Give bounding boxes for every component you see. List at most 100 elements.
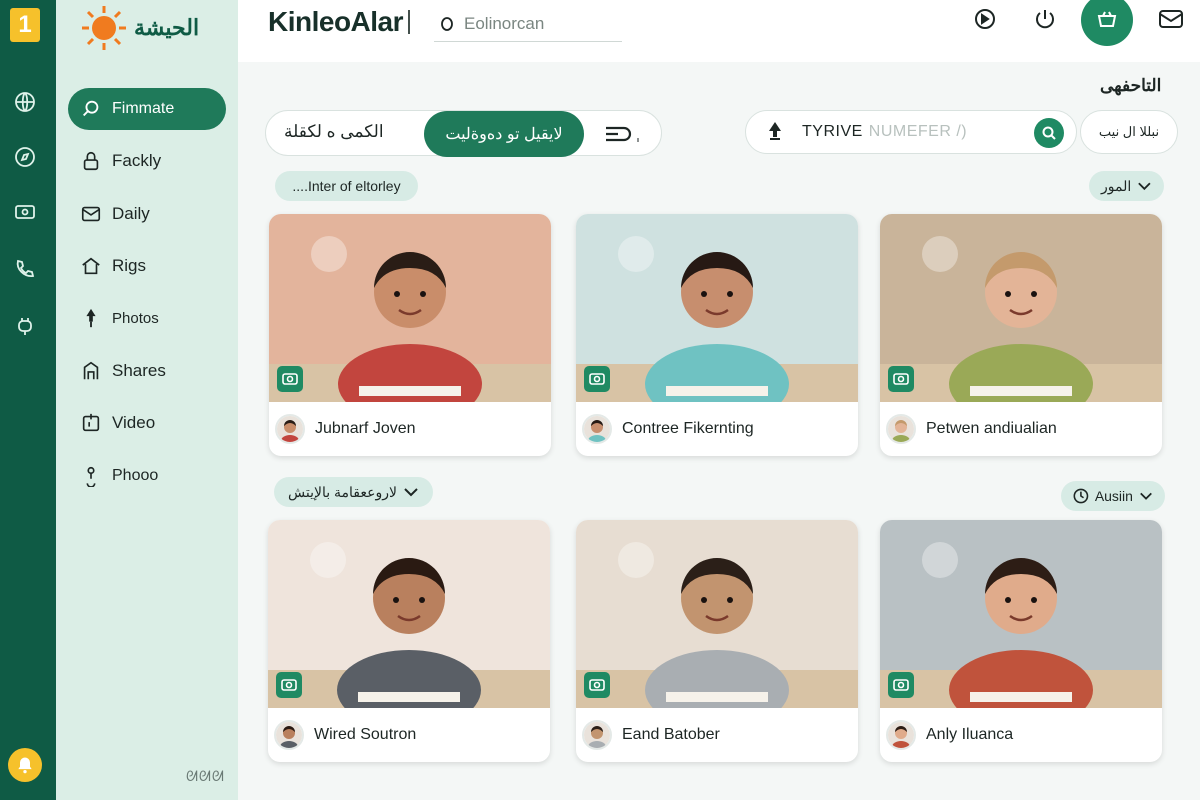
child-photo — [576, 214, 858, 402]
sidebar-item-label: Fimmate — [112, 100, 175, 117]
language-selector[interactable]: ﻧﺒﻠﻼ ﺍﻝ ﻧﯿﺐ — [1080, 110, 1178, 154]
app-title: KinleoAlar — [268, 6, 404, 37]
sort-dropdown[interactable]: المور — [1089, 171, 1164, 201]
clock-icon — [1073, 488, 1089, 504]
sidebar-item-label: Shares — [112, 361, 166, 380]
sidebar-item-fimmate[interactable]: Fimmate — [68, 88, 226, 130]
time-dropdown[interactable]: Ausiin — [1061, 481, 1165, 511]
card-type-icon — [277, 366, 303, 392]
search-icon — [83, 100, 99, 117]
chevron-down-icon — [404, 488, 418, 497]
chip-label: ....Inter of eltorley — [292, 178, 401, 194]
child-photo — [269, 214, 551, 402]
toolbar-active-tab[interactable]: لايقيل ﺗﻮ ﺩﻩﻭﺓﻟﻴﺖ — [424, 111, 584, 157]
sidebar-item-label: Fackly — [112, 151, 162, 170]
photo-card[interactable]: Petwen andiualian — [880, 214, 1162, 456]
brand-name: الحيشة — [134, 15, 200, 40]
avatar — [582, 414, 612, 444]
sidebar-item-label: Phooo — [112, 467, 159, 484]
app-badge[interactable]: 1 — [10, 8, 40, 42]
view-toolbar: الكمى ه لكقلة لايقيل ﺗﻮ ﺩﻩﻭﺓﻟﻴﺖ — [265, 110, 662, 157]
sidebar-item-shares[interactable]: Shares — [68, 350, 226, 392]
child-photo — [880, 214, 1162, 402]
lock-icon — [83, 151, 99, 171]
card-footer: Wired Soutron — [268, 708, 550, 762]
sidebar-footer-mark: ᘛᘛᘛ — [186, 768, 225, 784]
mail-icon — [81, 206, 101, 222]
main-search-input[interactable]: TYRIVE NUMEFER /) — [745, 110, 1077, 154]
top-search-value: Eolinorcan — [464, 13, 545, 33]
brand-logo[interactable]: الحيشة — [80, 2, 199, 54]
card-name: Jubnarf Joven — [315, 420, 416, 437]
toolbar-left-label[interactable]: الكمى ه لكقلة — [284, 122, 384, 142]
plug-icon[interactable] — [11, 312, 39, 340]
search-value: TYRIVE — [802, 123, 863, 140]
sidebar: الحيشة Fimmate Fackly Daily Rigs Photos … — [56, 0, 238, 800]
filter-chip-interest[interactable]: ....Inter of eltorley — [275, 171, 418, 201]
chevron-down-icon — [1140, 492, 1152, 500]
frame-icon — [83, 361, 99, 380]
avatar — [582, 720, 612, 750]
sidebar-item-label: Rigs — [112, 256, 147, 275]
power-icon[interactable] — [1030, 4, 1060, 34]
card-footer: Contree Fikernting — [576, 402, 858, 456]
mail-icon[interactable] — [1156, 4, 1186, 34]
menu-icon[interactable] — [598, 119, 646, 149]
sidebar-item-rigs[interactable]: Rigs — [68, 245, 226, 287]
sidebar-item-label: Video — [112, 413, 156, 432]
refresh-icon[interactable] — [970, 4, 1000, 34]
card-name: Petwen andiualian — [926, 420, 1057, 437]
chip-label: المور — [1101, 177, 1132, 194]
sidebar-item-photos[interactable]: Photos — [68, 297, 226, 339]
child-photo — [880, 520, 1162, 708]
cart-icon — [1097, 11, 1117, 27]
search-submit-button[interactable] — [1034, 118, 1064, 148]
home-icon — [82, 257, 100, 275]
title-divider — [408, 10, 410, 34]
sidebar-item-label: Daily — [112, 204, 150, 223]
video-icon — [82, 413, 100, 432]
chevron-down-icon — [1138, 182, 1151, 191]
sidebar-item-label: Photos — [112, 309, 159, 327]
sidebar-item-phooo[interactable]: Phooo — [68, 455, 226, 497]
compass-icon[interactable] — [11, 143, 39, 171]
card-type-icon — [584, 366, 610, 392]
card-type-icon — [888, 672, 914, 698]
phone-icon[interactable] — [11, 255, 39, 283]
card-name: Anly Iluanca — [926, 726, 1014, 743]
card-name: Contree Fikernting — [622, 420, 754, 437]
sidebar-item-fackly[interactable]: Fackly — [68, 140, 226, 182]
sidebar-item-video[interactable]: Video — [68, 402, 226, 444]
photo-card[interactable]: Jubnarf Joven — [269, 214, 551, 456]
photo-card[interactable]: Anly Iluanca — [880, 520, 1162, 762]
icon-rail: 1 — [0, 0, 56, 800]
chip-label: Ausiin — [1094, 488, 1133, 504]
photo-card[interactable]: Wired Soutron — [268, 520, 550, 762]
photo-card[interactable]: Eand Batober — [576, 520, 858, 762]
search-icon — [441, 16, 453, 31]
child-photo — [268, 520, 550, 708]
section-title: التاحفهى — [1100, 76, 1162, 95]
sidebar-item-daily[interactable]: Daily — [68, 193, 226, 235]
top-search-input[interactable]: Eolinorcan — [434, 6, 622, 42]
cart-button[interactable] — [1081, 0, 1133, 46]
card-footer: Jubnarf Joven — [269, 402, 551, 456]
avatar — [886, 414, 916, 444]
card-type-icon — [584, 672, 610, 698]
filter-chip-category[interactable]: لاروععقامة ﺑﺎﻹﻳﺘﺶ — [274, 477, 433, 507]
card-type-icon — [888, 366, 914, 392]
bell-icon[interactable] — [8, 748, 42, 782]
mic-icon[interactable] — [764, 121, 786, 143]
child-photo — [576, 520, 858, 708]
language-label: ﻧﺒﻠﻼ ﺍﻝ ﻧﯿﺐ — [1098, 124, 1160, 139]
search-placeholder: NUMEFER /) — [868, 123, 968, 140]
globe-icon[interactable] — [11, 88, 39, 116]
card-name: Eand Batober — [622, 726, 720, 743]
card-type-icon — [276, 672, 302, 698]
photo-card[interactable]: Contree Fikernting — [576, 214, 858, 456]
pin-icon — [86, 308, 96, 328]
card-name: Wired Soutron — [314, 726, 417, 743]
sun-logo-icon — [82, 6, 126, 50]
card-icon[interactable] — [11, 198, 39, 226]
avatar — [274, 720, 304, 750]
